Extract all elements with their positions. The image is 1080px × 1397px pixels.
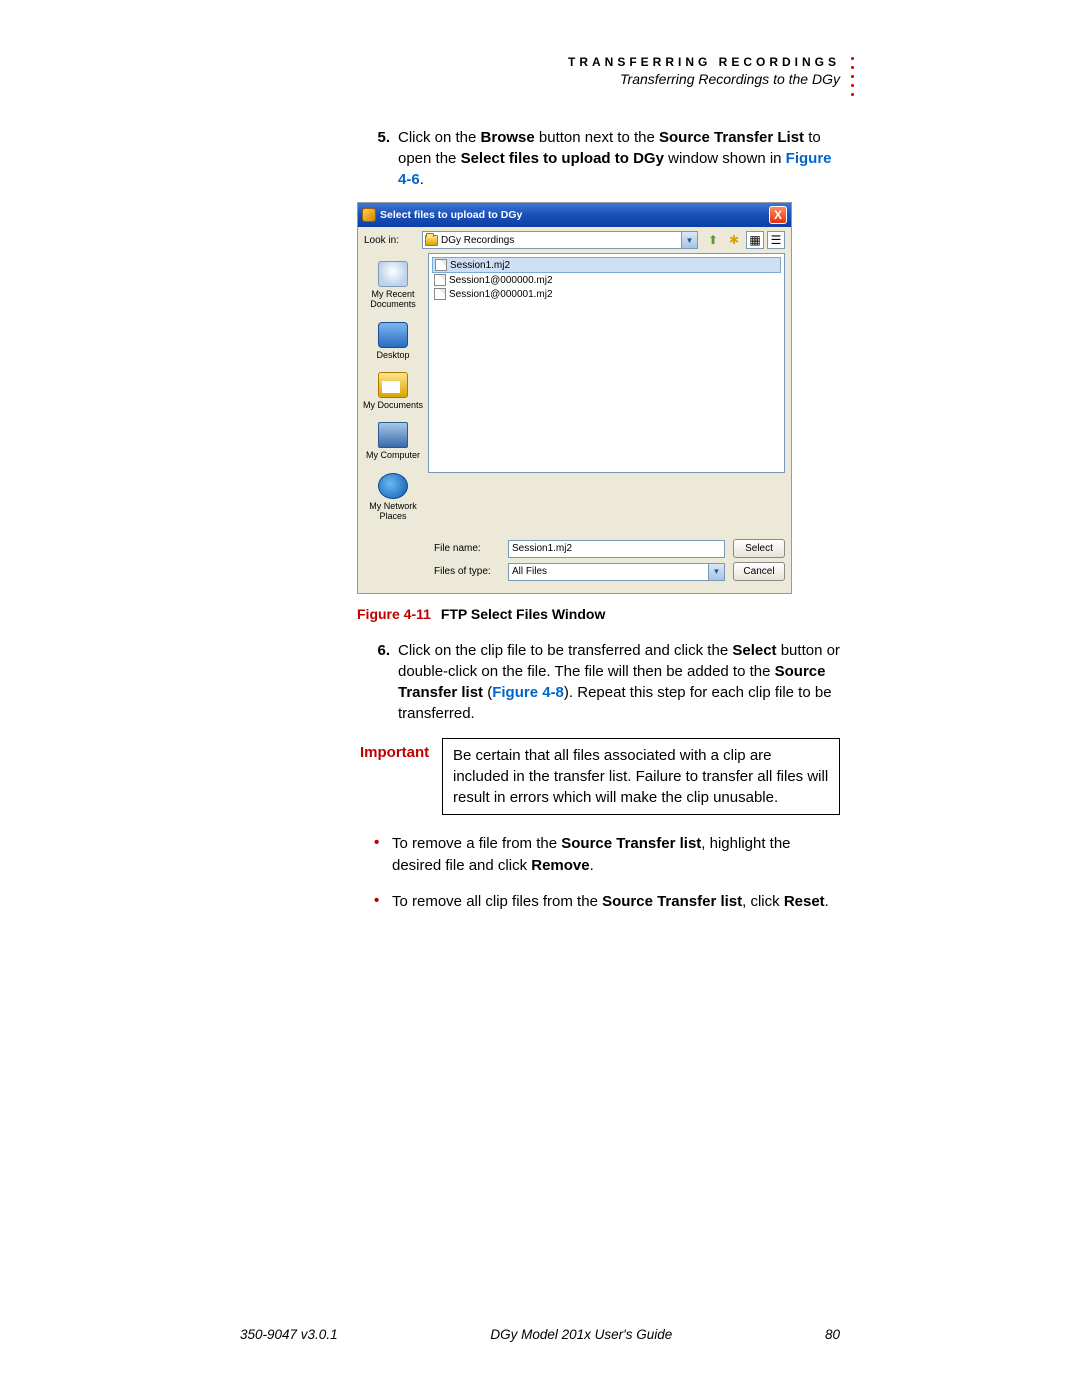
footer-title: DGy Model 201x User's Guide <box>490 1327 672 1342</box>
figure-4-8-link[interactable]: Figure 4-8 <box>492 684 564 701</box>
file-row[interactable]: Session1@000001.mj2 <box>432 287 781 301</box>
lookin-dropdown[interactable]: DGy Recordings ▼ <box>422 231 698 249</box>
filetype-label: Files of type: <box>434 566 500 577</box>
file-row[interactable]: Session1.mj2 <box>432 257 781 273</box>
select-button[interactable]: Select <box>733 539 785 558</box>
folder-icon <box>425 235 438 246</box>
view-icon-1[interactable]: ▦ <box>746 231 764 249</box>
important-text: Be certain that all files associated wit… <box>442 738 840 815</box>
file-row[interactable]: Session1@000000.mj2 <box>432 273 781 287</box>
step-6: 6. Click on the clip file to be transfer… <box>360 640 840 724</box>
important-label: Important <box>360 738 430 815</box>
file-icon <box>435 259 447 271</box>
step-body: Click on the clip file to be transferred… <box>398 640 840 724</box>
figure-caption: Figure 4-11 FTP Select Files Window <box>357 606 840 622</box>
header-dots <box>851 57 854 96</box>
desktop-icon <box>378 322 408 348</box>
chevron-down-icon[interactable]: ▼ <box>708 564 724 580</box>
page-header: TRANSFERRING RECORDINGS Transferring Rec… <box>240 55 840 87</box>
file-select-dialog: Select files to upload to DGy X Look in:… <box>357 202 792 594</box>
important-note: Important Be certain that all files asso… <box>360 738 840 815</box>
mycomputer-icon <box>378 422 408 448</box>
recent-icon <box>378 261 408 287</box>
step-5: 5. Click on the Browse button next to th… <box>360 127 840 190</box>
step-number: 6. <box>360 640 390 724</box>
lookin-label: Look in: <box>364 235 416 246</box>
place-recent[interactable]: My Recent Documents <box>358 257 428 318</box>
filetype-dropdown[interactable]: All Files▼ <box>508 563 725 581</box>
dialog-titlebar[interactable]: Select files to upload to DGy X <box>358 203 791 227</box>
places-bar: My Recent Documents Desktop My Documents… <box>358 253 428 533</box>
page-footer: 350-9047 v3.0.1 DGy Model 201x User's Gu… <box>0 1327 1080 1342</box>
app-icon <box>362 208 376 222</box>
dialog-title: Select files to upload to DGy <box>380 209 522 221</box>
mynetwork-icon <box>378 473 408 499</box>
up-folder-icon[interactable]: ⬆ <box>704 231 722 249</box>
filename-input[interactable]: Session1.mj2 <box>508 540 725 558</box>
filename-label: File name: <box>434 543 500 554</box>
place-mycomputer[interactable]: My Computer <box>358 418 428 468</box>
footer-pagenum: 80 <box>825 1327 840 1342</box>
place-mynetwork[interactable]: My Network Places <box>358 469 428 530</box>
file-icon <box>434 288 446 300</box>
place-desktop[interactable]: Desktop <box>358 318 428 368</box>
dialog-toolbar: ⬆ ✱ ▦ ☰ <box>704 231 785 249</box>
header-subtitle: Transferring Recordings to the DGy <box>240 71 840 87</box>
file-list[interactable]: Session1.mj2 Session1@000000.mj2 Session… <box>428 253 785 473</box>
chevron-down-icon[interactable]: ▼ <box>681 232 697 248</box>
mydocuments-icon <box>378 372 408 398</box>
close-button[interactable]: X <box>769 206 787 224</box>
footer-docnum: 350-9047 v3.0.1 <box>240 1327 338 1342</box>
step-number: 5. <box>360 127 390 190</box>
new-folder-icon[interactable]: ✱ <box>725 231 743 249</box>
bullet-reset: To remove all clip files from the Source… <box>378 891 840 913</box>
place-mydocuments[interactable]: My Documents <box>358 368 428 418</box>
view-icon-2[interactable]: ☰ <box>767 231 785 249</box>
step-body: Click on the Browse button next to the S… <box>398 127 840 190</box>
header-title: TRANSFERRING RECORDINGS <box>240 55 840 69</box>
file-icon <box>434 274 446 286</box>
cancel-button[interactable]: Cancel <box>733 562 785 581</box>
bullet-remove: To remove a file from the Source Transfe… <box>378 833 840 877</box>
